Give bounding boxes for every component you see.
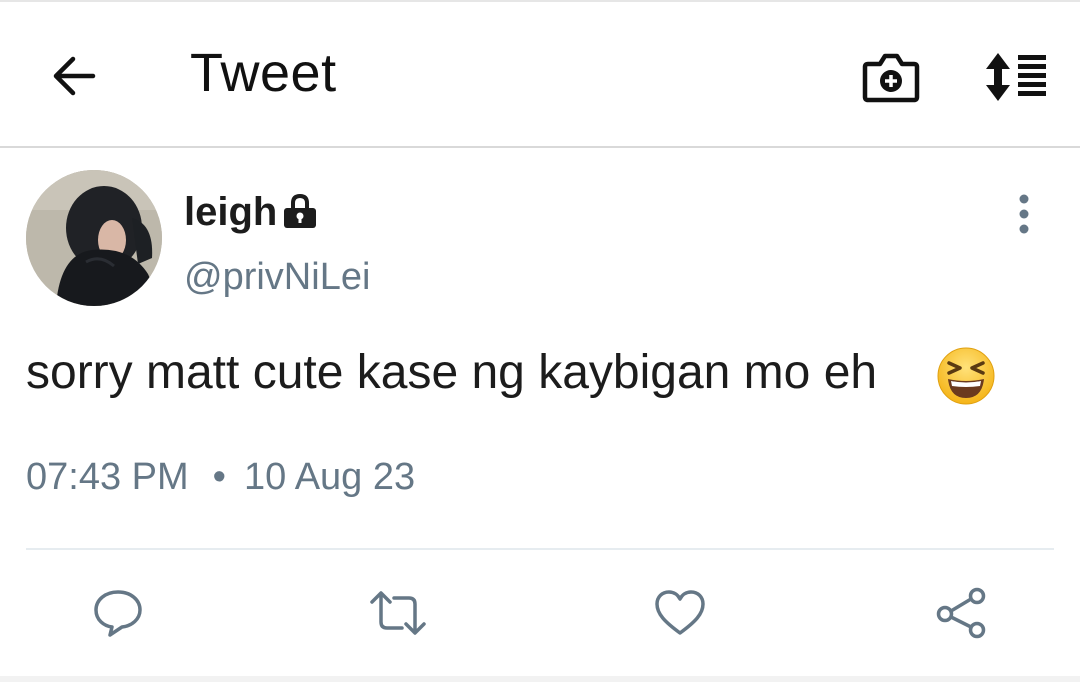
like-button[interactable] [650, 584, 710, 642]
share-button[interactable] [932, 584, 992, 642]
sort-list-icon [986, 53, 1046, 101]
avatar[interactable] [26, 170, 162, 306]
bottom-edge [0, 676, 1080, 682]
grinning-squinting-face-emoji [937, 347, 995, 405]
more-options-button[interactable] [1004, 192, 1044, 236]
reply-button[interactable] [88, 584, 148, 642]
actions-divider [26, 548, 1054, 550]
heart-icon [655, 590, 705, 635]
author-name[interactable]: leigh [184, 190, 277, 235]
more-vertical-icon [1019, 194, 1029, 234]
tweet-timestamp: 07:43 PM • 10 Aug 23 [26, 456, 415, 499]
page-title: Tweet [190, 43, 337, 103]
reply-icon [94, 590, 142, 637]
sort-button[interactable] [980, 46, 1052, 108]
retweet-button[interactable] [368, 584, 428, 642]
tweet-text: sorry matt cute kase ng kaybigan mo eh [26, 346, 878, 399]
tweet-time: 07:43 PM [26, 456, 189, 498]
retweet-icon [370, 591, 426, 635]
avatar-photo [26, 170, 162, 306]
app-bar: Tweet [0, 2, 1080, 148]
back-button[interactable] [48, 52, 100, 100]
tweet-date: 10 Aug 23 [243, 456, 416, 498]
arrow-left-icon [53, 56, 96, 96]
lock-icon [284, 193, 316, 228]
camera-plus-icon [862, 53, 920, 103]
tweet-detail-screen: Tweet leigh @privNiLei sorry matt cute k… [0, 0, 1080, 682]
camera-button[interactable] [858, 46, 924, 108]
share-icon [936, 587, 986, 639]
meta-separator: • [212, 456, 226, 498]
author-handle[interactable]: @privNiLei [184, 256, 370, 299]
